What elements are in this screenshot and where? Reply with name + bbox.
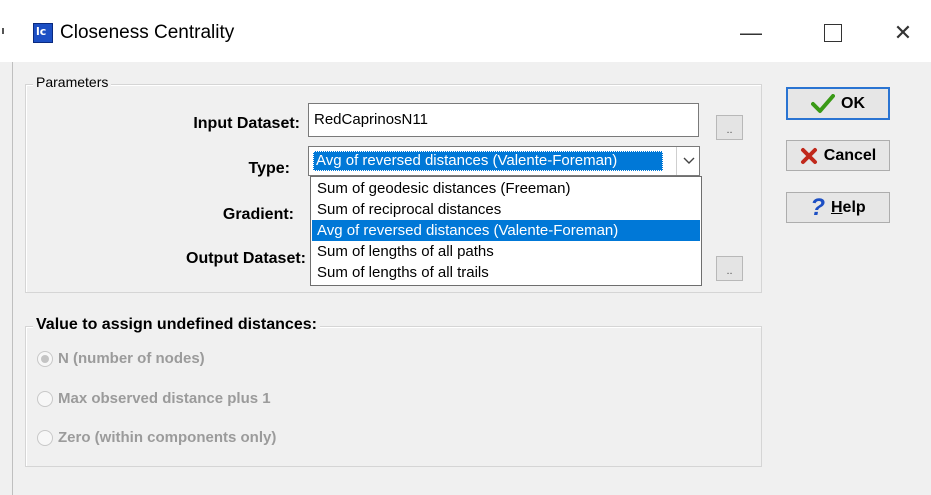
radio-label: N (number of nodes)	[58, 350, 205, 367]
radio-label: Zero (within components only)	[58, 429, 277, 446]
window-title: Closeness Centrality	[60, 22, 235, 43]
window-edge-marker	[0, 26, 6, 36]
app-icon: lc	[33, 23, 53, 43]
cancel-label: Cancel	[823, 146, 877, 164]
type-option-reciprocal[interactable]: Sum of reciprocal distances	[312, 199, 700, 220]
close-icon: ✕	[893, 20, 913, 45]
window-left-border	[12, 62, 13, 495]
type-dropdown[interactable]: Avg of reversed distances (Valente-Forem…	[308, 146, 700, 176]
radio-button-icon[interactable]	[37, 429, 53, 446]
type-option-freeman[interactable]: Sum of geodesic distances (Freeman)	[312, 178, 700, 199]
help-label: Help	[830, 198, 866, 216]
radio-zero[interactable]: Zero (within components only)	[37, 429, 276, 446]
help-button[interactable]: ? Help	[786, 192, 890, 223]
checkmark-icon	[811, 93, 835, 114]
type-label: Type:	[248, 160, 290, 177]
type-option-all-trails[interactable]: Sum of lengths of all trails	[312, 262, 700, 283]
maximize-icon	[824, 24, 842, 42]
parameters-legend: Parameters	[33, 74, 112, 90]
undefined-distances-legend: Value to assign undefined distances:	[33, 316, 320, 334]
input-dataset-browse-button[interactable]: ..	[716, 115, 743, 140]
output-dataset-label: Output Dataset:	[186, 250, 306, 267]
minimize-icon: —	[740, 20, 762, 45]
maximize-button[interactable]	[810, 14, 856, 52]
ok-label: OK	[841, 94, 865, 112]
ok-button[interactable]: OK	[786, 87, 890, 120]
type-selected-value: Avg of reversed distances (Valente-Forem…	[313, 151, 663, 171]
radio-max-observed[interactable]: Max observed distance plus 1	[37, 390, 271, 407]
radio-n-nodes[interactable]: N (number of nodes)	[37, 350, 205, 367]
minimize-button[interactable]: —	[728, 14, 774, 52]
radio-button-icon[interactable]	[37, 350, 53, 367]
cross-icon	[800, 147, 818, 165]
close-button[interactable]: ✕	[880, 14, 926, 52]
output-dataset-browse-button[interactable]: ..	[716, 256, 743, 281]
type-option-all-paths[interactable]: Sum of lengths of all paths	[312, 241, 700, 262]
gradient-label: Gradient:	[222, 206, 294, 223]
type-dropdown-list: Sum of geodesic distances (Freeman) Sum …	[310, 176, 702, 286]
type-option-valente-foreman[interactable]: Avg of reversed distances (Valente-Forem…	[312, 220, 700, 241]
chevron-down-icon[interactable]	[676, 147, 700, 175]
radio-label: Max observed distance plus 1	[58, 390, 271, 407]
radio-button-icon[interactable]	[37, 390, 53, 407]
input-dataset-label: Input Dataset:	[193, 115, 300, 132]
cancel-button[interactable]: Cancel	[786, 140, 890, 171]
question-mark-icon: ?	[810, 193, 825, 221]
input-dataset-field[interactable]: RedCaprinosN11	[308, 103, 699, 137]
